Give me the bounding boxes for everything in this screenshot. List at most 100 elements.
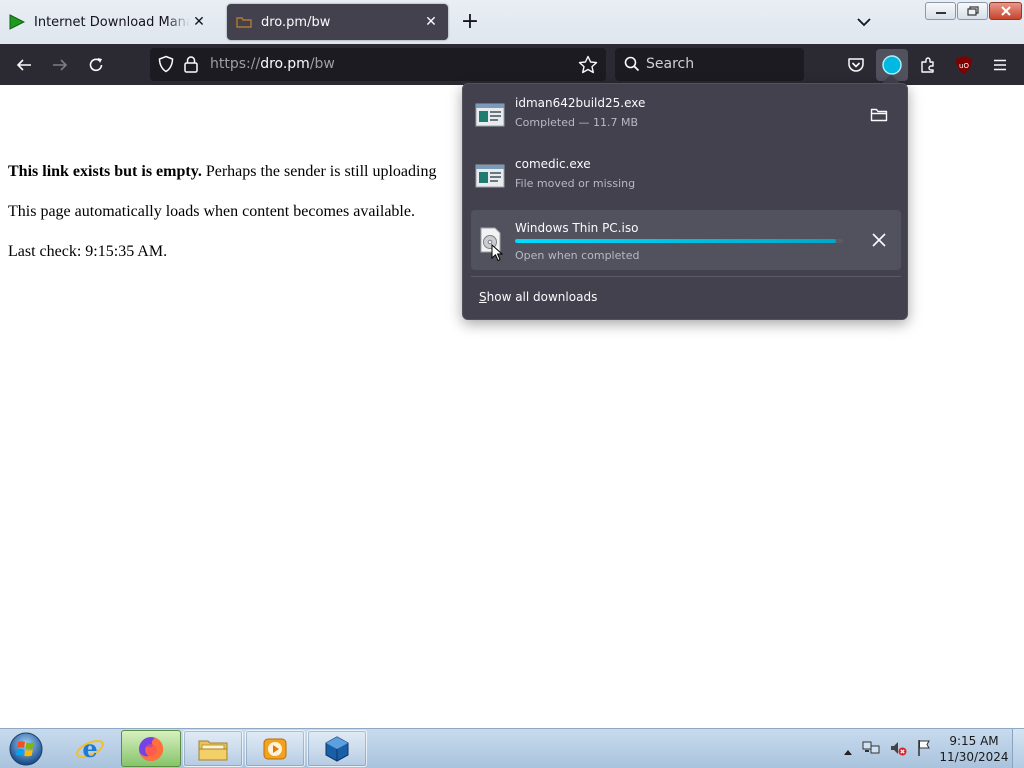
cancel-icon xyxy=(872,233,886,247)
show-in-folder-button[interactable] xyxy=(867,103,891,127)
taskbar-internet-explorer[interactable]: e xyxy=(60,730,120,767)
url-bar[interactable]: https://dro.pm/bw xyxy=(150,48,606,81)
download-status: Open when completed xyxy=(515,249,640,262)
firefox-icon xyxy=(139,736,164,761)
download-status: File moved or missing xyxy=(515,177,636,190)
status-bold: This link exists but is empty. xyxy=(8,163,202,180)
download-progress-icon xyxy=(882,55,902,75)
reload-icon xyxy=(89,58,103,72)
bookmark-star-icon[interactable] xyxy=(578,55,598,78)
page-content: This link exists but is empty. Perhaps t… xyxy=(8,163,436,283)
volume-muted-icon[interactable] xyxy=(889,739,907,761)
last-check-message: Last check: 9:15:35 AM. xyxy=(8,243,168,260)
tab-close-icon[interactable]: ✕ xyxy=(422,13,440,31)
pocket-icon xyxy=(848,58,864,72)
show-all-label: how all downloads xyxy=(486,290,598,304)
pocket-button[interactable] xyxy=(843,52,869,78)
svg-text:uO: uO xyxy=(959,62,969,70)
hamburger-menu-icon xyxy=(994,59,1006,71)
media-player-icon xyxy=(263,738,287,759)
folder-icon xyxy=(870,108,888,122)
tab-title: Internet Download Manager is a xyxy=(34,14,190,30)
app-menu-button[interactable] xyxy=(987,52,1013,78)
show-hidden-icons-button[interactable] xyxy=(843,741,853,760)
taskbar-file-explorer[interactable] xyxy=(183,730,243,767)
tab-dropm[interactable]: dro.pm/bw ✕ xyxy=(227,4,448,40)
taskbar-firefox[interactable] xyxy=(121,730,181,767)
window-controls xyxy=(925,2,1022,20)
search-icon xyxy=(624,56,640,76)
tab-close-icon[interactable]: ✕ xyxy=(190,13,208,31)
back-arrow-icon xyxy=(16,59,31,71)
action-center-flag-icon[interactable] xyxy=(916,739,932,761)
tab-strip: Internet Download Manager is a ✕ dro.pm/… xyxy=(0,0,1024,44)
url-text[interactable]: https://dro.pm/bw xyxy=(210,56,335,72)
clock-date: 11/30/2024 xyxy=(939,750,1009,764)
exe-file-icon xyxy=(475,162,505,190)
taskbar: e 9:15 AM 11/30/2024 xyxy=(0,728,1024,768)
download-item[interactable]: Windows Thin PC.iso Open when completed xyxy=(471,210,901,270)
download-status: Completed — 11.7 MB xyxy=(515,116,639,129)
puzzle-icon xyxy=(921,57,934,73)
idm-play-icon xyxy=(8,13,26,31)
extensions-button[interactable] xyxy=(915,52,941,78)
start-button[interactable] xyxy=(6,731,46,767)
restore-icon xyxy=(966,6,979,16)
status-rest: Perhaps the sender is still uploading xyxy=(201,163,437,180)
ublock-origin-icon: uO xyxy=(956,56,972,74)
accesskey-letter: S xyxy=(479,290,487,304)
clock-time: 9:15 AM xyxy=(949,734,999,748)
nav-toolbar: https://dro.pm/bw Search uO xyxy=(0,44,1024,85)
new-tab-button[interactable]: + xyxy=(458,10,482,34)
dropm-icon xyxy=(235,13,253,31)
downloads-panel: idman642build25.exe Completed — 11.7 MB … xyxy=(462,83,908,320)
download-item[interactable]: idman642build25.exe Completed — 11.7 MB xyxy=(471,85,901,145)
virtualbox-icon xyxy=(325,735,349,762)
close-icon xyxy=(1000,6,1011,16)
panel-separator xyxy=(471,276,901,277)
system-clock[interactable]: 9:15 AM 11/30/2024 xyxy=(938,733,1010,765)
network-icon[interactable] xyxy=(862,739,880,761)
reload-button[interactable] xyxy=(83,52,109,78)
search-bar[interactable]: Search xyxy=(615,48,804,81)
tracking-protection-icon[interactable] xyxy=(157,55,175,77)
forward-button[interactable] xyxy=(47,52,73,78)
close-window-button[interactable] xyxy=(989,2,1022,20)
url-path: /bw xyxy=(309,56,335,72)
svg-text:e: e xyxy=(82,734,97,763)
url-scheme: https:// xyxy=(210,56,261,72)
download-filename: Windows Thin PC.iso xyxy=(515,221,639,235)
download-progress-fill xyxy=(515,239,837,243)
download-progress-bar xyxy=(515,239,843,243)
chevron-down-icon xyxy=(857,18,871,27)
minimize-button[interactable] xyxy=(925,2,956,20)
exe-file-icon xyxy=(475,101,505,129)
internet-explorer-icon: e xyxy=(76,734,104,763)
show-desktop-button[interactable] xyxy=(1012,729,1024,768)
taskbar-media-player[interactable] xyxy=(245,730,305,767)
url-host: dro.pm xyxy=(260,56,310,72)
status-message: This link exists but is empty. Perhaps t… xyxy=(8,163,436,181)
taskbar-virtualbox[interactable] xyxy=(307,730,367,767)
lock-icon[interactable] xyxy=(183,55,199,77)
tab-idm[interactable]: Internet Download Manager is a ✕ xyxy=(0,4,216,40)
download-item[interactable]: comedic.exe File moved or missing xyxy=(471,146,901,206)
windows-start-orb-icon xyxy=(9,732,43,766)
restore-button[interactable] xyxy=(957,2,988,20)
mouse-cursor-icon xyxy=(491,243,504,266)
search-placeholder: Search xyxy=(646,56,695,72)
forward-arrow-icon xyxy=(53,59,68,71)
chevron-up-icon xyxy=(844,749,852,755)
show-all-downloads-button[interactable]: Show all downloads xyxy=(479,290,597,304)
autoload-message: This page automatically loads when conte… xyxy=(8,203,415,220)
download-filename: comedic.exe xyxy=(515,157,591,171)
ublock-button[interactable]: uO xyxy=(951,52,977,78)
back-button[interactable] xyxy=(11,52,37,78)
system-tray xyxy=(843,739,932,761)
file-explorer-icon xyxy=(198,740,228,760)
download-filename: idman642build25.exe xyxy=(515,96,646,110)
list-all-tabs-button[interactable] xyxy=(852,12,876,32)
minimize-icon xyxy=(935,12,946,14)
tab-title: dro.pm/bw xyxy=(261,14,331,30)
cancel-download-button[interactable] xyxy=(867,228,891,252)
